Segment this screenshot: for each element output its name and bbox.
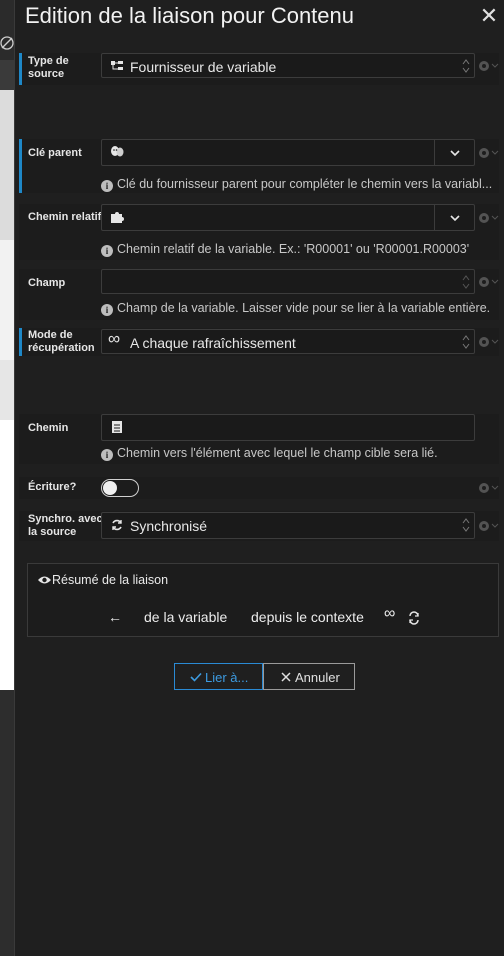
cle-parent-label: Clé parent [28,147,82,159]
cle-parent-hint: i Clé du fournisseur parent pour compléte… [101,177,492,192]
list-icon [110,420,124,434]
chemin-relatif-hint: i Chemin relatif de la variable. Ex.: 'R0… [101,242,469,257]
summary-variable-text: de la variable [144,609,228,625]
close-icon[interactable]: ✕ [479,4,499,28]
row-synchro: Synchro. avec la source Synchronisé [19,511,499,541]
gear-icon[interactable] [477,146,499,160]
type-source-value: Fournisseur de variable [130,59,277,75]
sort-arrows-icon [462,58,470,74]
chemin-relatif-dropdown-button[interactable] [434,205,474,230]
row-chemin-relatif: Chemin relatif i Chemin relatif de la var… [19,204,499,260]
gear-icon[interactable] [477,211,499,225]
chevron-down-icon [450,150,460,157]
toggle-knob [103,481,117,495]
cle-parent-input[interactable] [101,139,475,166]
background-app-strip [0,0,14,956]
info-icon: i [101,245,113,257]
check-icon [190,672,202,682]
sort-arrows-icon [462,274,470,290]
chemin-label: Chemin [28,422,69,434]
infinity-icon: ∞ [108,329,121,348]
sort-arrows-icon [462,334,470,350]
gear-icon[interactable] [477,59,499,73]
champ-hint: i Champ de la variable. Laisser vide pour… [101,301,490,316]
info-icon: i [101,304,113,316]
row-cle-parent: Clé parent i Clé du fournisseur parent po… [19,139,499,193]
summary-context-text: depuis le contexte [251,609,364,625]
chemin-relatif-input[interactable] [101,204,475,231]
chemin-input[interactable] [101,414,475,441]
summary-header: Résumé de la liaison [37,573,168,587]
synchro-value: Synchronisé [130,518,208,534]
gear-icon[interactable] [477,275,499,289]
cle-parent-dropdown-button[interactable] [434,140,474,165]
dialog-title: Edition de la liaison pour Contenu [25,3,355,28]
info-icon: i [101,449,113,461]
chemin-relatif-label: Chemin relatif [28,211,102,223]
annuler-button[interactable]: Annuler [263,663,355,690]
row-ecriture: Écriture? [19,477,499,499]
type-source-label: Type de source [28,55,69,80]
gear-icon[interactable] [477,481,499,495]
tree-icon [110,59,124,73]
row-chemin: Chemin i Chemin vers l'élément avec leque… [19,414,499,464]
gear-icon[interactable] [477,335,499,349]
ecriture-toggle[interactable] [101,479,139,497]
sync-icon [409,611,419,625]
lier-button[interactable]: Lier à... [174,663,263,690]
required-accent [19,53,22,85]
sort-arrows-icon [462,517,470,533]
arrow-left-icon: ← [108,609,122,625]
row-champ: Champ i Champ de la variable. Laisser vid… [19,269,499,320]
eye-icon [38,576,51,584]
mode-recuperation-select[interactable]: ∞ A chaque rafraîchissement [101,329,475,354]
mode-recuperation-label: Mode de récupération [28,329,95,354]
synchro-label: Synchro. avec la source [28,513,103,538]
type-source-select[interactable]: Fournisseur de variable [101,53,475,78]
puzzle-icon [110,210,124,224]
close-icon [281,672,291,682]
required-accent [19,328,22,356]
info-icon: i [101,180,113,192]
row-mode-recuperation: Mode de récupération ∞ A chaque rafraîchi… [19,328,499,356]
binding-editor-panel: Edition de la liaison pour Contenu ✕ Typ… [14,0,504,956]
binding-summary: Résumé de la liaison ← de la variable de… [27,563,499,637]
infinity-icon: ∞ [384,605,396,622]
champ-select[interactable] [101,269,475,294]
mode-recuperation-value: A chaque rafraîchissement [130,335,296,351]
synchro-select[interactable]: Synchronisé [101,512,475,539]
ecriture-label: Écriture? [28,481,77,493]
rotate-icon [0,36,14,50]
theater-masks-icon [110,145,124,159]
row-type-source: Type de source Fournisseur de variable [19,53,499,85]
gear-icon[interactable] [477,519,499,533]
champ-label: Champ [28,277,66,289]
chemin-hint: i Chemin vers l'élément avec lequel le ch… [101,446,438,461]
sync-icon [110,518,124,532]
required-accent [19,139,22,193]
chevron-down-icon [450,215,460,222]
